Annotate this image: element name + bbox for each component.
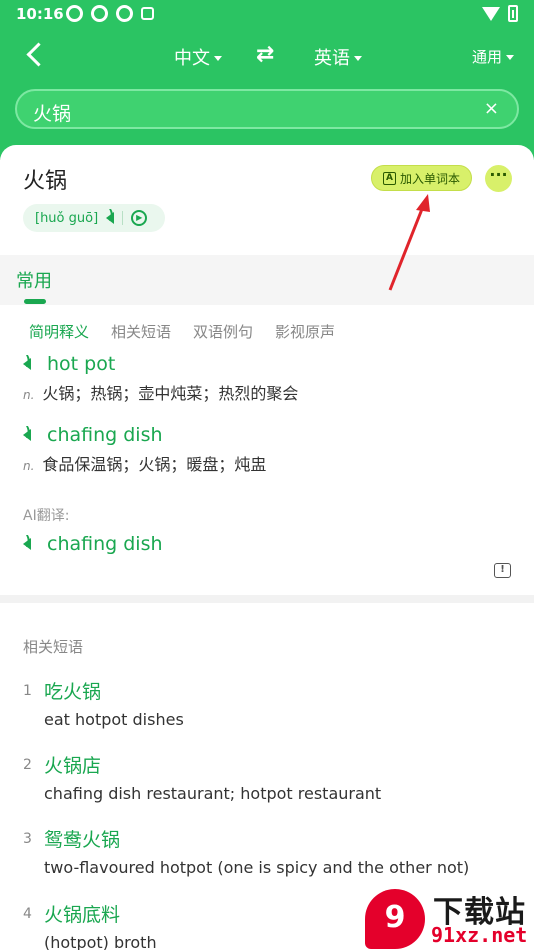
speaker-icon[interactable]: [23, 425, 31, 441]
watermark-logo: 9: [365, 889, 425, 949]
status-bar: 10:16: [0, 0, 534, 28]
related-phrases-title: 相关短语: [23, 638, 84, 656]
mode-label: 通用: [471, 48, 502, 66]
play-icon[interactable]: ▶: [131, 210, 148, 226]
phrase-item[interactable]: 3 鸳鸯火锅 two-flavoured hotpot (one is spic…: [23, 825, 513, 877]
pronunciation-pill: [huǒ guō] ▶: [23, 204, 165, 232]
definitions-section: 简明释义 相关短语 双语例句 影视原声 hot pot n. 火锅；热锅；壶中炖…: [0, 305, 534, 595]
definition-en[interactable]: hot pot: [47, 353, 115, 375]
phrase-translation: chafing dish restaurant; hotpot restaura…: [44, 784, 382, 803]
target-language-label: 英语: [314, 48, 350, 69]
arrow-head: [416, 194, 430, 212]
notification-icon: [91, 5, 108, 22]
phrase-number: 1: [23, 683, 32, 699]
notification-icon: [141, 7, 154, 20]
caret-down-icon: [214, 55, 222, 61]
add-vocab-label: 加入单词本: [399, 171, 460, 186]
phrase-number: 4: [23, 906, 32, 922]
subtab-media[interactable]: 影视原声: [275, 321, 335, 342]
definition-item: chafing dish n. 食品保温锅；火锅；暖盘；炖盅: [23, 424, 266, 475]
source-language-select[interactable]: 中文: [174, 44, 222, 70]
phrase-term[interactable]: 火锅店: [44, 751, 513, 778]
phrase-translation: eat hotpot dishes: [44, 710, 184, 729]
ai-translation-text[interactable]: chafing dish: [47, 533, 163, 555]
caret-down-icon: [506, 55, 514, 60]
tab-indicator: [24, 299, 46, 304]
target-language-select[interactable]: 英语: [314, 44, 362, 70]
add-vocab-icon: A: [382, 171, 396, 185]
speaker-icon[interactable]: [23, 354, 31, 370]
notification-icon: [116, 5, 133, 22]
notification-icon: [66, 5, 83, 22]
headword: 火锅: [23, 169, 68, 194]
clear-icon[interactable]: ×: [484, 98, 499, 119]
annotation-arrow: [388, 194, 430, 291]
divider: [122, 211, 124, 225]
section-divider: [0, 595, 534, 603]
definition-en[interactable]: chafing dish: [47, 424, 163, 446]
phrase-term[interactable]: 鸳鸯火锅: [44, 825, 513, 852]
ai-translation: chafing dish: [23, 533, 163, 555]
subtab-brief[interactable]: 简明释义: [29, 321, 89, 342]
tab-common[interactable]: 常用: [16, 267, 52, 293]
speaker-icon[interactable]: [106, 208, 115, 224]
feedback-icon[interactable]: !: [494, 563, 511, 578]
system-icons: [482, 5, 518, 22]
battery-icon: [508, 5, 518, 22]
phrase-item[interactable]: 1 吃火锅 eat hotpot dishes: [23, 677, 513, 729]
word-card: 火锅 A 加入单词本 ··· [huǒ guō] ▶: [0, 145, 534, 255]
caret-down-icon: [354, 55, 362, 61]
status-time: 10:16: [16, 5, 64, 23]
wifi-icon: [482, 6, 500, 21]
speaker-icon[interactable]: [23, 534, 31, 550]
subtabs: 简明释义 相关短语 双语例句 影视原声: [29, 321, 335, 342]
definition-item: hot pot n. 火锅；热锅；壶中炖菜；热烈的聚会: [23, 353, 298, 404]
phrase-item[interactable]: 2 火锅店 chafing dish restaurant; hotpot re…: [23, 751, 513, 803]
header: 10:16 中文 ⇄ 英语 通用 火锅 ×: [0, 0, 534, 160]
add-to-vocab-button[interactable]: A 加入单词本: [371, 165, 472, 191]
arrow-line: [388, 203, 426, 291]
watermark: 9 下载站 91xz.net: [365, 885, 534, 950]
phrase-translation: two-flavoured hotpot (one is spicy and t…: [44, 858, 470, 877]
watermark-url: 91xz.net: [431, 923, 528, 947]
swap-languages-button[interactable]: ⇄: [256, 42, 274, 67]
notification-icons: [66, 5, 154, 22]
search-value: 火锅: [33, 103, 72, 125]
part-of-speech: n.: [23, 459, 35, 473]
definition-zh: 食品保温锅；火锅；暖盘；炖盅: [42, 455, 267, 474]
definition-zh: 火锅；热锅；壶中炖菜；热烈的聚会: [42, 384, 299, 403]
part-of-speech: n.: [23, 388, 35, 402]
back-button[interactable]: [20, 40, 48, 68]
main-tabbar: 常用: [0, 255, 534, 305]
phrase-number: 2: [23, 757, 32, 773]
mode-select[interactable]: 通用: [472, 46, 514, 67]
nav-bar: 中文 ⇄ 英语 通用: [0, 36, 534, 76]
phrase-term[interactable]: 吃火锅: [44, 677, 513, 704]
search-input[interactable]: 火锅 ×: [15, 89, 519, 129]
more-button[interactable]: ···: [485, 165, 512, 192]
pinyin: [huǒ guō]: [35, 210, 99, 226]
subtab-phrases[interactable]: 相关短语: [111, 321, 171, 342]
ai-translation-label: AI翻译:: [23, 508, 70, 524]
phrase-number: 3: [23, 831, 32, 847]
subtab-examples[interactable]: 双语例句: [193, 321, 253, 342]
source-language-label: 中文: [174, 48, 210, 69]
